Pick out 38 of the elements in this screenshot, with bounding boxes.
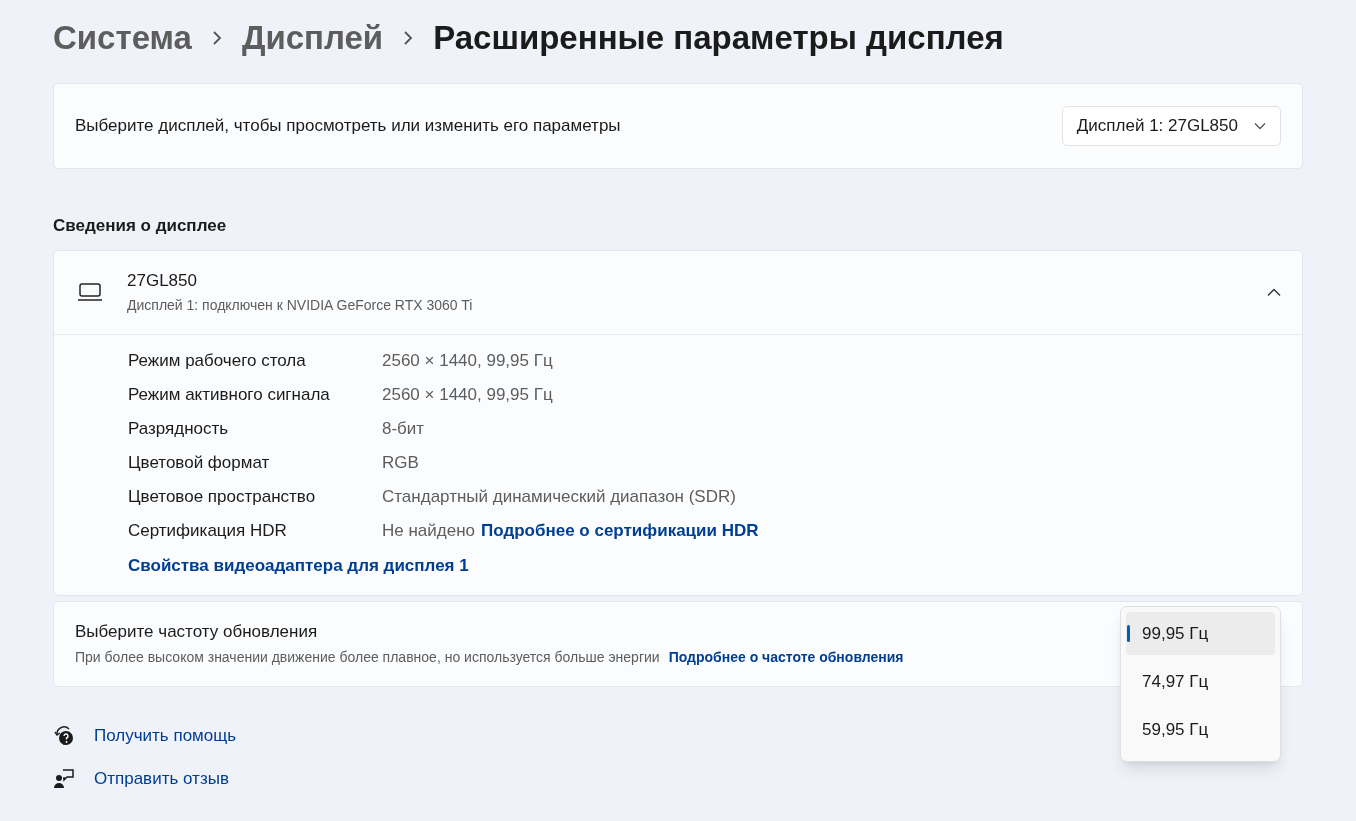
property-label: Цветовой формат [128,451,271,474]
section-heading: Сведения о дисплее [53,215,228,237]
chevron-up-icon[interactable] [1267,287,1281,297]
chevron-down-icon [1254,122,1266,130]
display-subtitle: Дисплей 1: подключен к NVIDIA GeForce RTX 3060 Ti [127,296,474,316]
get-help-link[interactable]: Получить помощь [94,722,237,749]
chevron-right-icon [211,30,222,46]
setting-label: Выберите дисплей, чтобы просмотреть или изменить его параметры [75,115,621,138]
property-value: 2560 × 1440, 99,95 Гц [382,383,553,406]
page-title: Расширенные параметры дисплея [433,18,1004,59]
menu-item[interactable]: 74,97 Гц [1126,660,1275,703]
selection-indicator [1127,625,1130,642]
menu-item[interactable]: 99,95 Гц [1126,612,1275,655]
feedback-icon [53,767,75,790]
property-value: 2560 × 1440, 99,95 Гц [382,349,553,372]
laptop-icon [77,282,103,302]
property-label: Режим рабочего стола [128,349,307,372]
breadcrumb-link[interactable]: Дисплей [241,13,384,63]
display-name: 27GL850 [127,269,198,292]
property-value: 8-бит [382,417,425,440]
property-label: Цветовое пространство [128,485,317,508]
setting-description: При более высоком значении движение более плавное, но используется больше энергии [75,648,660,668]
setting-label: Выберите частоту обновления [75,620,318,643]
menu-item[interactable]: 59,95 Гц [1126,708,1275,751]
feedback-link[interactable]: Отправить отзыв [94,765,229,792]
breadcrumb-link[interactable]: Система [53,13,192,63]
help-icon [53,724,75,747]
property-label: Разрядность [128,417,230,440]
hdr-link[interactable]: Подробнее о сертификации HDR [481,517,759,544]
property-label: Режим активного сигнала [128,383,331,406]
chevron-right-icon [403,30,414,46]
property-label: Сертификация HDR [128,519,288,542]
display-dropdown[interactable]: Дисплей 1: 27GL850 [1061,106,1281,146]
property-value: Не найдено [382,519,475,542]
property-value: Стандартный динамический диапазон (SDR) [382,485,736,508]
refresh-rate-link[interactable]: Подробнее о частоте обновления [668,647,904,669]
property-value: RGB [382,451,419,474]
adapter-properties-link[interactable]: Свойства видеоадаптера для дисплея 1 [128,552,469,579]
